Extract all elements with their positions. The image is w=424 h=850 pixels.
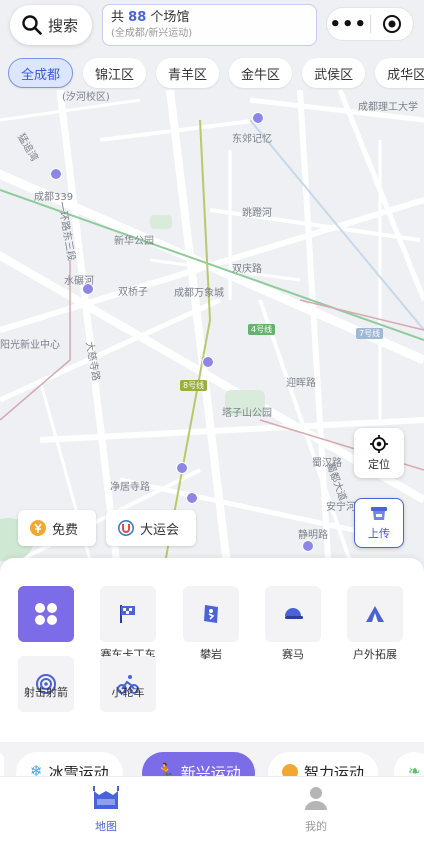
checkered-flag-icon — [120, 605, 135, 623]
search-label: 搜索 — [48, 16, 79, 35]
bottom-tab-bar: 地图 我的 — [0, 776, 424, 850]
sport-tile-label: 射击射箭 — [24, 686, 68, 699]
user-icon — [305, 787, 327, 810]
tab-map[interactable]: 地图 — [66, 785, 146, 834]
venue-count-box[interactable]: 共 88 个场馆 (全成都/新兴运动) — [102, 4, 317, 46]
search-icon — [22, 15, 42, 35]
category-chip-active[interactable]: 🏃 新兴运动 — [142, 752, 255, 776]
venue-pin[interactable] — [50, 168, 62, 180]
district-chip[interactable]: 金牛区 — [229, 58, 293, 88]
runner-icon: 🏃 — [156, 762, 175, 776]
map-label: (汐河校区) — [62, 92, 110, 103]
district-filter-bar: 全成都 锦江区 青羊区 金牛区 武侯区 成华区 — [8, 58, 424, 90]
tab-map-label: 地图 — [95, 820, 117, 833]
category-chip[interactable]: ❄ 冰雪运动 — [16, 752, 123, 776]
category-strip: ❄ 冰雪运动 🏃 新兴运动 智力运动 ❧ — [0, 742, 424, 776]
target-icon — [382, 15, 401, 33]
upload-button[interactable]: 上传 — [354, 498, 404, 548]
miniprogram-capsule: ••• — [326, 7, 414, 41]
puzzle-icon — [282, 764, 298, 776]
upload-label: 上传 — [368, 526, 390, 540]
universiade-logo-icon — [118, 520, 134, 536]
sport-tile-outdoor[interactable] — [347, 586, 403, 642]
locate-button[interactable]: 定位 — [354, 428, 404, 478]
sport-tile-climbing[interactable] — [183, 586, 239, 642]
jockey-helmet-icon — [285, 608, 303, 619]
map-label: 成都万象城 — [174, 288, 224, 299]
map-label: 阳光新业中心 — [0, 340, 60, 351]
locate-icon — [370, 434, 388, 453]
district-chip[interactable]: 成华区 — [375, 58, 424, 88]
district-chip[interactable]: 武侯区 — [302, 58, 366, 88]
free-icon — [30, 520, 46, 536]
venue-pin[interactable] — [202, 356, 214, 368]
close-target-icon[interactable] — [370, 14, 413, 34]
free-filter-chip[interactable]: 免费 — [18, 510, 96, 546]
district-chip[interactable]: 锦江区 — [83, 58, 147, 88]
climbing-icon — [204, 605, 218, 623]
count-prefix: 共 — [111, 10, 125, 25]
tab-mine[interactable]: 我的 — [276, 785, 356, 834]
district-chip[interactable]: 青羊区 — [156, 58, 220, 88]
sport-tile-bmx[interactable] — [100, 656, 156, 712]
sport-tile-label: 小轮车 — [111, 686, 145, 699]
sport-tile-karting[interactable] — [100, 586, 156, 642]
map-label: 新华公园 — [114, 236, 154, 247]
map-label: 迎晖路 — [286, 378, 316, 389]
universiade-label: 大运会 — [140, 522, 180, 538]
sport-tile-horse-racing[interactable] — [265, 586, 321, 642]
category-chip-partial[interactable]: ❧ — [394, 752, 424, 776]
leaf-icon: ❧ — [408, 762, 421, 776]
venue-pin[interactable] — [252, 112, 264, 124]
map-label: 双桥子 — [118, 287, 148, 298]
category-chip[interactable]: 智力运动 — [268, 752, 379, 776]
category-label: 冰雪运动 — [48, 764, 109, 776]
sport-tile-label: 户外拓展 — [353, 648, 397, 661]
map-label: 塔子山公园 — [222, 408, 272, 419]
metro-badge: 7号线 — [356, 328, 384, 339]
stadium-icon — [93, 786, 119, 809]
search-button[interactable]: 搜索 — [10, 5, 92, 45]
category-label: 新兴运动 — [180, 764, 241, 776]
sport-type-panel: 赛车卡丁车 攀岩 赛马 户外拓展 射击射箭 小轮车 — [0, 558, 424, 742]
sport-tile-shooting[interactable] — [18, 656, 74, 712]
map-label: 成都理工大学 — [358, 102, 418, 113]
upload-venue-icon — [371, 506, 387, 520]
metro-badge: 4号线 — [248, 324, 276, 335]
map-label: 双庆路 — [232, 264, 262, 275]
venue-pin[interactable] — [176, 462, 188, 474]
universiade-filter-chip[interactable]: 大运会 — [106, 510, 196, 546]
count-suffix: 个场馆 — [150, 10, 190, 25]
sport-tile-label: 攀岩 — [200, 648, 222, 661]
venue-pin[interactable] — [302, 540, 314, 552]
venue-pin[interactable] — [186, 492, 198, 504]
venue-count: 88 — [128, 10, 147, 25]
map-label: 东郊记忆 — [232, 134, 272, 145]
category-label: 智力运动 — [304, 764, 365, 776]
venue-pin[interactable] — [82, 283, 94, 295]
all-sports-button[interactable] — [18, 586, 74, 642]
more-menu-icon[interactable]: ••• — [327, 14, 370, 35]
map-label: 跳蹬河 — [242, 208, 272, 219]
snowflake-icon: ❄ — [30, 762, 43, 776]
locate-label: 定位 — [368, 457, 390, 471]
metro-badge: 8号线 — [180, 380, 208, 391]
grid-icon — [35, 603, 57, 625]
tent-icon — [366, 606, 384, 622]
category-chip-partial[interactable] — [0, 752, 4, 776]
tab-mine-label: 我的 — [305, 820, 327, 833]
filter-summary: (全成都/新兴运动) — [111, 28, 193, 39]
sport-tile-label: 赛马 — [282, 648, 304, 661]
free-label: 免费 — [52, 522, 79, 538]
map-label: 静明路 — [298, 530, 328, 541]
district-chip[interactable]: 全成都 — [8, 58, 74, 88]
map-label: 净居寺路 — [110, 482, 150, 493]
